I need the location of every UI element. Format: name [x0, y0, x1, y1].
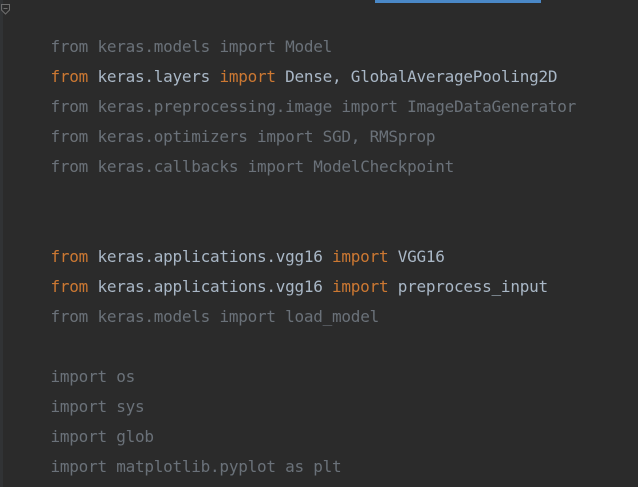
code-line[interactable]: from keras.models import load_model: [13, 272, 380, 326]
keyword: import: [247, 157, 305, 176]
imported-names: load_model: [285, 307, 379, 326]
imported-names: ModelCheckpoint: [313, 157, 455, 176]
code-editor[interactable]: from keras.models import Model from kera…: [0, 0, 638, 487]
code-line[interactable]: from keras.optimizers import SGD, RMSpro…: [13, 92, 436, 146]
code-line[interactable]: from keras.models import Model: [13, 2, 333, 56]
code-line[interactable]: from keras.callbacks import ModelCheckpo…: [13, 122, 455, 176]
module-name: keras.callbacks: [97, 157, 239, 176]
code-line[interactable]: import glob: [13, 392, 154, 446]
keyword: as: [285, 457, 304, 476]
code-line[interactable]: from keras.preprocessing.image import Im…: [13, 62, 577, 116]
imported-names: plt: [313, 457, 342, 476]
code-line[interactable]: from keras.applications.vgg16 import pre…: [13, 242, 549, 296]
code-line[interactable]: from keras.layers import Dense, GlobalAv…: [13, 32, 558, 86]
code-line[interactable]: from keras.applications.vgg16 import VGG…: [13, 212, 445, 266]
keyword: from: [50, 157, 89, 176]
code-line[interactable]: import matplotlib.pyplot as plt: [13, 422, 342, 476]
active-tab-indicator: [375, 0, 541, 3]
module-name: keras.models: [97, 307, 211, 326]
gutter: [0, 0, 3, 487]
code-line[interactable]: import os: [13, 332, 136, 386]
keyword: import: [219, 307, 276, 326]
code-line[interactable]: import random: [13, 452, 173, 482]
keyword: from: [50, 307, 89, 326]
fold-marker-icon[interactable]: [1, 4, 10, 15]
code-line[interactable]: import sys: [13, 362, 145, 416]
imported-names: preprocess_input: [397, 277, 548, 296]
